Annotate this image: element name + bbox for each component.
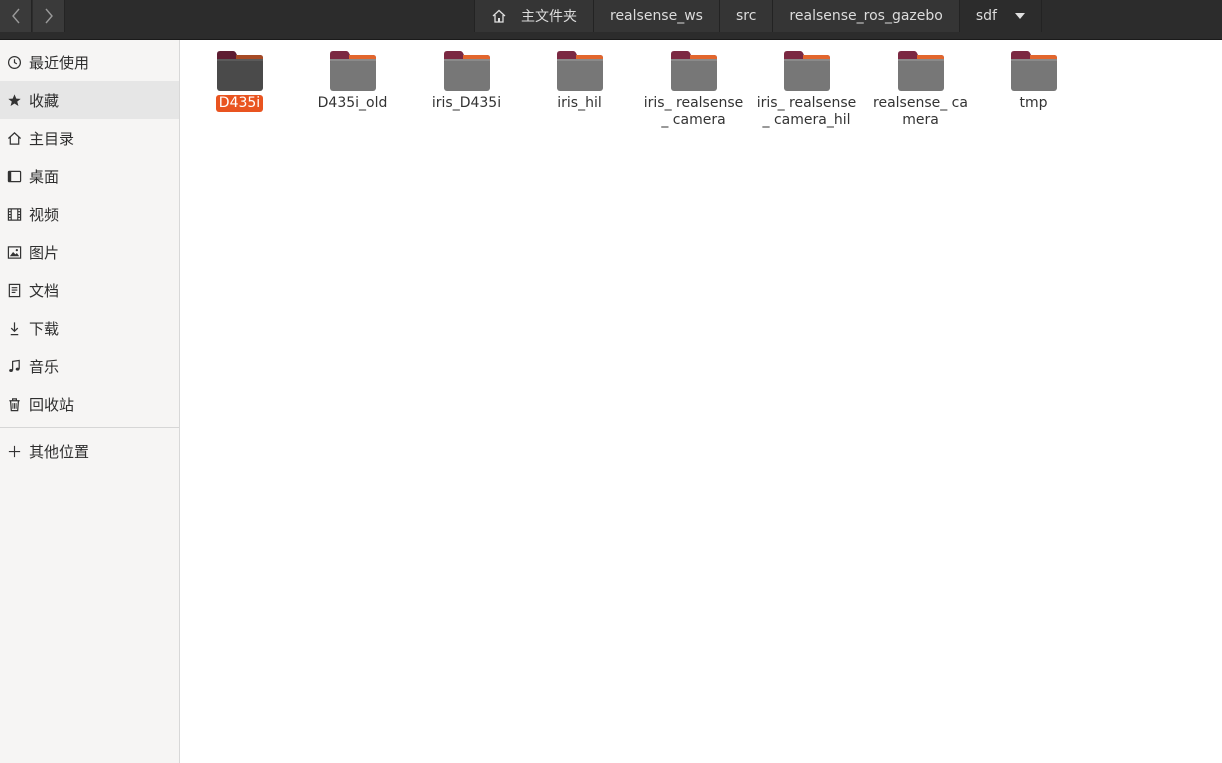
plus-icon (6, 443, 22, 459)
header-bar: 主文件夹 realsense_ws src realsense_ros_gaze… (0, 0, 1222, 40)
folder-name: iris_ realsense_ camera_hil (756, 95, 857, 128)
sidebar-item-label: 音乐 (29, 357, 60, 376)
folder-name: D435i_old (317, 95, 388, 111)
dropdown-arrow-icon[interactable] (1014, 13, 1025, 19)
breadcrumb: 主文件夹 realsense_ws src realsense_ros_gaze… (474, 0, 1042, 32)
folder-item[interactable]: iris_D435i (410, 48, 523, 112)
breadcrumb-home[interactable]: 主文件夹 (474, 0, 594, 32)
folder-name: tmp (1019, 95, 1048, 111)
chevron-left-icon (11, 8, 20, 24)
sidebar-item-home[interactable]: 主目录 (0, 119, 179, 157)
sidebar-item-documents[interactable]: 文档 (0, 271, 179, 309)
folder-item[interactable]: D435i (183, 48, 296, 112)
breadcrumb-sdf[interactable]: sdf (959, 0, 1042, 32)
star-icon (6, 92, 22, 108)
breadcrumb-label: src (735, 8, 757, 24)
folder-item[interactable]: D435i_old (296, 48, 409, 112)
breadcrumb-realsense-ros-gazebo[interactable]: realsense_ros_gazebo (773, 0, 960, 32)
sidebar-item-recent[interactable]: 最近使用 (0, 43, 179, 81)
chevron-right-icon (44, 8, 53, 24)
folder-icon (556, 48, 604, 92)
sidebar-item-other-locations[interactable]: 其他位置 (0, 432, 179, 470)
folder-name: iris_D435i (431, 95, 502, 111)
sidebar-item-label: 主目录 (29, 129, 75, 148)
home-icon (492, 9, 506, 23)
breadcrumb-src[interactable]: src (719, 0, 774, 32)
sidebar-item-label: 文档 (29, 281, 60, 300)
sidebar-item-music[interactable]: 音乐 (0, 347, 179, 385)
trash-icon (6, 396, 22, 412)
sidebar-item-label: 其他位置 (29, 442, 90, 461)
folder-icon (443, 48, 491, 92)
download-icon (6, 320, 22, 336)
folder-item[interactable]: tmp (977, 48, 1090, 112)
folder-icon (329, 48, 377, 92)
sidebar-separator (0, 427, 179, 428)
folder-icon (1010, 48, 1058, 92)
folder-icon (216, 48, 264, 92)
music-icon (6, 358, 22, 374)
desktop-icon (6, 168, 22, 184)
breadcrumb-label: realsense_ros_gazebo (789, 8, 943, 24)
folder-name: D435i (215, 95, 264, 112)
sidebar: 最近使用 收藏 主目录 桌面 视频 图片 文档 下载 音乐 回收站 其他位置 (0, 40, 180, 763)
sidebar-item-label: 最近使用 (29, 53, 90, 72)
breadcrumb-label: sdf (975, 8, 997, 24)
sidebar-item-starred[interactable]: 收藏 (0, 81, 179, 119)
image-icon (6, 244, 22, 260)
breadcrumb-label: realsense_ws (610, 8, 703, 24)
video-icon (6, 206, 22, 222)
folder-name: iris_ realsense_ camera (643, 95, 744, 128)
folder-item[interactable]: iris_hil (523, 48, 636, 112)
folder-icon (897, 48, 945, 92)
sidebar-item-label: 回收站 (29, 395, 75, 414)
breadcrumb-label: 主文件夹 (521, 9, 577, 25)
sidebar-item-label: 收藏 (29, 91, 60, 110)
home-icon (6, 130, 22, 146)
folder-item[interactable]: iris_ realsense_ camera_hil (750, 48, 863, 129)
folder-name: iris_hil (557, 95, 602, 111)
sidebar-item-label: 视频 (29, 205, 60, 224)
folder-icon (670, 48, 718, 92)
folder-icon (783, 48, 831, 92)
back-button[interactable] (0, 0, 32, 32)
folder-name: realsense_ camera (873, 95, 968, 128)
sidebar-item-label: 图片 (29, 243, 60, 262)
clock-icon (6, 54, 22, 70)
sidebar-item-downloads[interactable]: 下载 (0, 309, 179, 347)
sidebar-item-pictures[interactable]: 图片 (0, 233, 179, 271)
forward-button[interactable] (33, 0, 65, 32)
folder-item[interactable]: iris_ realsense_ camera (637, 48, 750, 129)
sidebar-item-trash[interactable]: 回收站 (0, 385, 179, 423)
sidebar-item-desktop[interactable]: 桌面 (0, 157, 179, 195)
folder-item[interactable]: realsense_ camera (864, 48, 977, 129)
sidebar-item-label: 桌面 (29, 167, 60, 186)
sidebar-item-label: 下载 (29, 319, 60, 338)
sidebar-item-videos[interactable]: 视频 (0, 195, 179, 233)
breadcrumb-realsense-ws[interactable]: realsense_ws (594, 0, 720, 32)
document-icon (6, 282, 22, 298)
file-icon-view: D435i D435i_old iris_D435i iris_hil iris… (181, 40, 1222, 763)
